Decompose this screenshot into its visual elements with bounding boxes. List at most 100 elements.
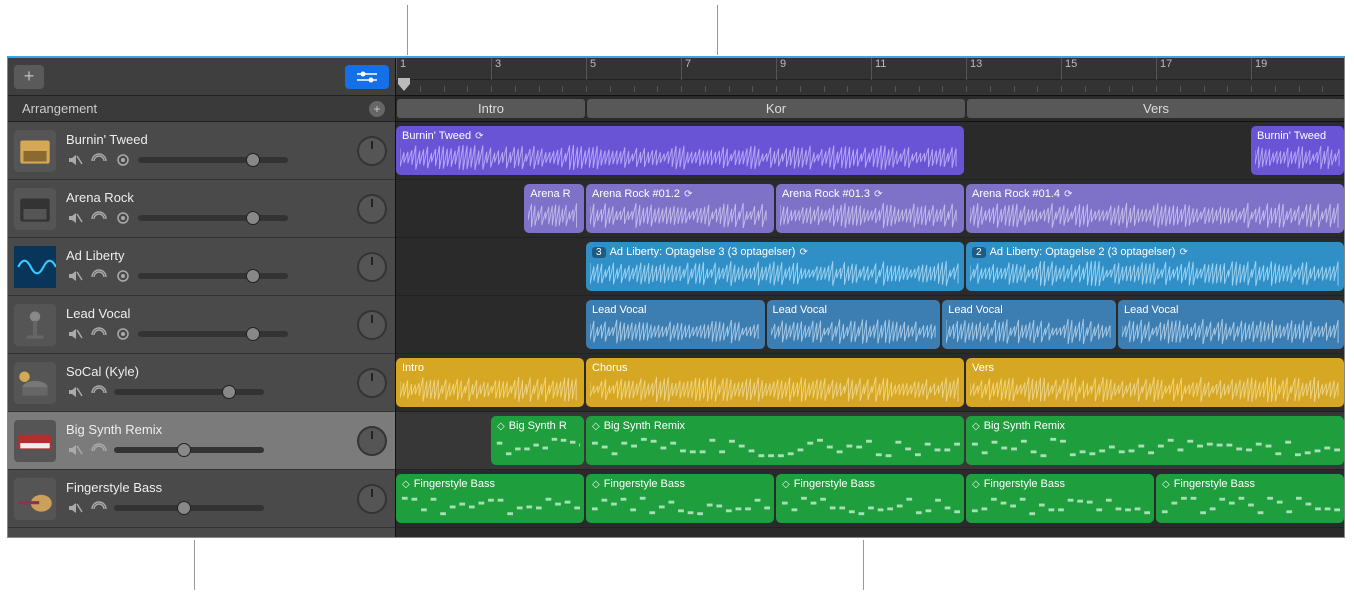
solo-button[interactable] — [90, 325, 108, 343]
arrangement-marker[interactable]: Vers — [967, 99, 1345, 118]
track-header[interactable]: Burnin' Tweed — [8, 122, 395, 180]
region-name: Fingerstyle Bass — [414, 478, 495, 490]
volume-slider[interactable] — [138, 215, 288, 221]
ruler-bar-number: 9 — [776, 58, 786, 80]
mute-button[interactable] — [66, 325, 84, 343]
track-lane[interactable]: 3Ad Liberty: Optagelse 3 (3 optagelser)⟳… — [396, 238, 1345, 296]
region[interactable]: Arena Rock #01.4⟳ — [966, 184, 1344, 233]
loop-icon: ◇ — [782, 479, 790, 490]
sliders-icon — [355, 70, 379, 84]
track-header[interactable]: SoCal (Kyle) — [8, 354, 395, 412]
pan-knob[interactable] — [357, 368, 387, 398]
track-lane[interactable]: Burnin' Tweed ⟳ Burnin' Tweed — [396, 122, 1345, 180]
track-name-label: Big Synth Remix — [66, 422, 357, 437]
ruler-beat-tick — [990, 86, 991, 92]
region[interactable]: Lead Vocal — [942, 300, 1116, 349]
volume-slider[interactable] — [114, 447, 264, 453]
mute-button[interactable] — [66, 267, 84, 285]
solo-button[interactable] — [90, 209, 108, 227]
region[interactable]: Intro — [396, 358, 584, 407]
solo-button[interactable] — [90, 441, 108, 459]
solo-button[interactable] — [90, 383, 108, 401]
track-lane[interactable]: Intro Chorus Vers — [396, 354, 1345, 412]
region-name: Ad Liberty: Optagelse 2 (3 optagelser) — [990, 246, 1176, 258]
region[interactable]: 3Ad Liberty: Optagelse 3 (3 optagelser)⟳ — [586, 242, 964, 291]
region[interactable]: Arena Rock #01.2⟳ — [586, 184, 774, 233]
solo-button[interactable] — [90, 499, 108, 517]
plus-icon: + — [24, 66, 35, 87]
ruler-beat-tick — [752, 86, 753, 92]
add-arrangement-marker-button[interactable]: + — [369, 101, 385, 117]
pan-knob[interactable] — [357, 252, 387, 282]
pan-knob[interactable] — [357, 426, 387, 456]
region[interactable]: Burnin' Tweed ⟳ — [396, 126, 964, 175]
track-header[interactable]: Arena Rock — [8, 180, 395, 238]
volume-slider[interactable] — [114, 505, 264, 511]
region[interactable]: Burnin' Tweed — [1251, 126, 1344, 175]
region[interactable]: ◇Fingerstyle Bass — [586, 474, 774, 523]
track-lane[interactable]: ◇Big Synth R◇Big Synth Remix◇Big Synth R… — [396, 412, 1345, 470]
region[interactable]: 2Ad Liberty: Optagelse 2 (3 optagelser)⟳ — [966, 242, 1344, 291]
add-track-button[interactable]: + — [14, 65, 44, 89]
master-effects-button[interactable] — [345, 65, 389, 89]
input-monitor-button[interactable] — [114, 151, 132, 169]
volume-slider[interactable] — [138, 331, 288, 337]
input-monitor-button[interactable] — [114, 325, 132, 343]
mute-button[interactable] — [66, 209, 84, 227]
ruler-beat-tick — [1227, 86, 1228, 92]
pan-knob[interactable] — [357, 194, 387, 224]
waveform — [771, 318, 937, 345]
ruler[interactable]: 135791113151719 — [396, 58, 1345, 96]
region[interactable]: Arena Rock #01.3⟳ — [776, 184, 964, 233]
region[interactable]: Arena R — [524, 184, 584, 233]
playhead[interactable] — [396, 76, 412, 92]
region[interactable]: ◇Fingerstyle Bass — [966, 474, 1154, 523]
ruler-bar-number: 17 — [1156, 58, 1172, 80]
track-controls — [66, 499, 357, 517]
region[interactable]: ◇Fingerstyle Bass — [1156, 474, 1344, 523]
region[interactable]: ◇ Fingerstyle Bass — [776, 474, 964, 523]
track-headers-list: Burnin' TweedArena RockAd LibertyLead Vo… — [8, 122, 395, 537]
volume-slider[interactable] — [138, 157, 288, 163]
loop-icon: ◇ — [497, 421, 505, 432]
input-monitor-button[interactable] — [114, 267, 132, 285]
region[interactable]: ◇Big Synth Remix — [586, 416, 964, 465]
pan-knob[interactable] — [357, 136, 387, 166]
track-lane[interactable]: ◇Fingerstyle Bass◇Fingerstyle Bass◇Finge… — [396, 470, 1345, 528]
mute-button[interactable] — [66, 441, 84, 459]
mute-button[interactable] — [66, 499, 84, 517]
track-header[interactable]: Ad Liberty — [8, 238, 395, 296]
region[interactable]: Lead Vocal — [1118, 300, 1344, 349]
ruler-bar-number: 3 — [491, 58, 501, 80]
region-label: ◇Fingerstyle Bass — [972, 476, 1148, 492]
solo-button[interactable] — [90, 267, 108, 285]
region[interactable]: Lead Vocal — [586, 300, 765, 349]
loop-icon: ⟳ — [475, 131, 483, 142]
mute-button[interactable] — [66, 383, 84, 401]
input-monitor-button[interactable] — [114, 209, 132, 227]
region[interactable]: ◇Fingerstyle Bass — [396, 474, 584, 523]
region[interactable]: ◇Big Synth Remix — [966, 416, 1344, 465]
region-name: Fingerstyle Bass — [794, 478, 875, 490]
region[interactable]: Lead Vocal — [767, 300, 941, 349]
arrangement-marker[interactable]: Kor — [587, 99, 965, 118]
waveform — [590, 376, 960, 403]
pan-knob[interactable] — [357, 484, 387, 514]
region[interactable]: Chorus — [586, 358, 964, 407]
volume-slider[interactable] — [138, 273, 288, 279]
track-lane[interactable]: Arena RArena Rock #01.2⟳Arena Rock #01.3… — [396, 180, 1345, 238]
region-name: Burnin' Tweed — [402, 130, 471, 142]
track-header[interactable]: Big Synth Remix — [8, 412, 395, 470]
region-name: Chorus — [592, 362, 627, 374]
region-label: Arena Rock #01.4⟳ — [972, 186, 1338, 202]
track-header[interactable]: Fingerstyle Bass — [8, 470, 395, 528]
track-header[interactable]: Lead Vocal — [8, 296, 395, 354]
pan-knob[interactable] — [357, 310, 387, 340]
region[interactable]: ◇Big Synth R — [491, 416, 584, 465]
volume-slider[interactable] — [114, 389, 264, 395]
track-lane[interactable]: Lead VocalLead VocalLead VocalLead Vocal — [396, 296, 1345, 354]
arrangement-marker[interactable]: Intro — [397, 99, 585, 118]
region[interactable]: Vers — [966, 358, 1344, 407]
solo-button[interactable] — [90, 151, 108, 169]
mute-button[interactable] — [66, 151, 84, 169]
